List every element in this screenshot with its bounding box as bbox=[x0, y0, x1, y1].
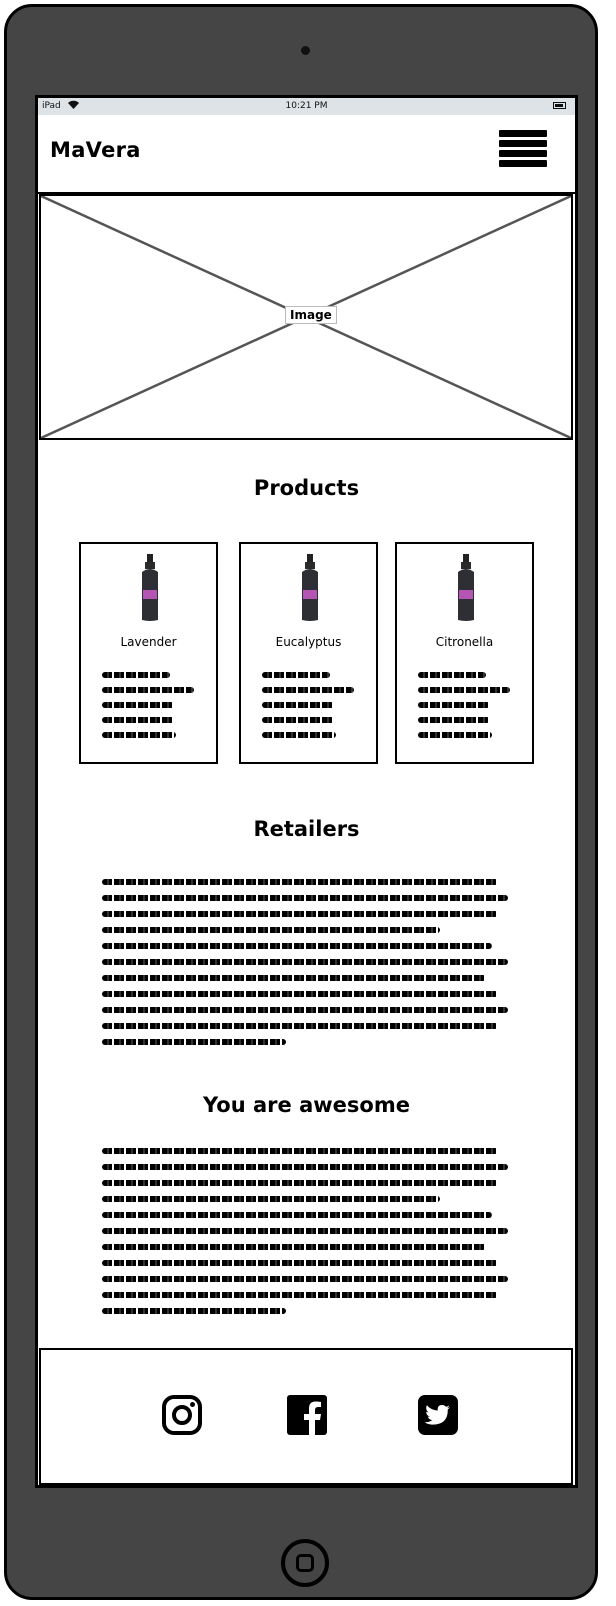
instagram-icon[interactable] bbox=[161, 1394, 203, 1436]
product-name: Eucalyptus bbox=[275, 635, 342, 649]
product-name: Citronella bbox=[435, 635, 494, 649]
awesome-text-scribble bbox=[102, 1148, 512, 1324]
facebook-icon[interactable] bbox=[286, 1394, 328, 1436]
camera-dot bbox=[301, 46, 310, 55]
retailers-heading: Retailers bbox=[253, 817, 360, 841]
ipad-device-frame: iPad 10:21 PM MaVera Image Products Lave… bbox=[4, 4, 598, 1600]
awesome-heading: You are awesome bbox=[203, 1093, 410, 1117]
hero-image-label: Image bbox=[285, 306, 337, 324]
hamburger-menu-icon[interactable] bbox=[499, 130, 547, 170]
brand-logo[interactable]: MaVera bbox=[50, 138, 141, 162]
screen: iPad 10:21 PM MaVera Image Products Lave… bbox=[35, 95, 578, 1488]
product-description-scribble bbox=[418, 672, 514, 747]
spray-bottle-icon bbox=[142, 554, 158, 621]
product-description-scribble bbox=[102, 672, 198, 747]
product-name: Lavender bbox=[120, 635, 177, 649]
home-button[interactable] bbox=[281, 1539, 329, 1587]
spray-bottle-icon bbox=[302, 554, 318, 621]
product-card-eucalyptus[interactable]: Eucalyptus bbox=[239, 542, 378, 764]
products-heading: Products bbox=[253, 476, 360, 500]
spray-bottle-icon bbox=[458, 554, 474, 621]
product-description-scribble bbox=[262, 672, 358, 747]
status-time: 10:21 PM bbox=[285, 101, 328, 111]
twitter-icon[interactable] bbox=[417, 1394, 459, 1436]
battery-icon bbox=[553, 102, 566, 109]
retailers-text-scribble bbox=[102, 879, 512, 1055]
product-card-lavender[interactable]: Lavender bbox=[79, 542, 218, 764]
status-bar: iPad 10:21 PM bbox=[38, 98, 575, 115]
app-header: MaVera bbox=[38, 115, 575, 194]
hero-image-placeholder: Image bbox=[39, 194, 573, 440]
product-card-citronella[interactable]: Citronella bbox=[395, 542, 534, 764]
footer bbox=[39, 1348, 573, 1485]
